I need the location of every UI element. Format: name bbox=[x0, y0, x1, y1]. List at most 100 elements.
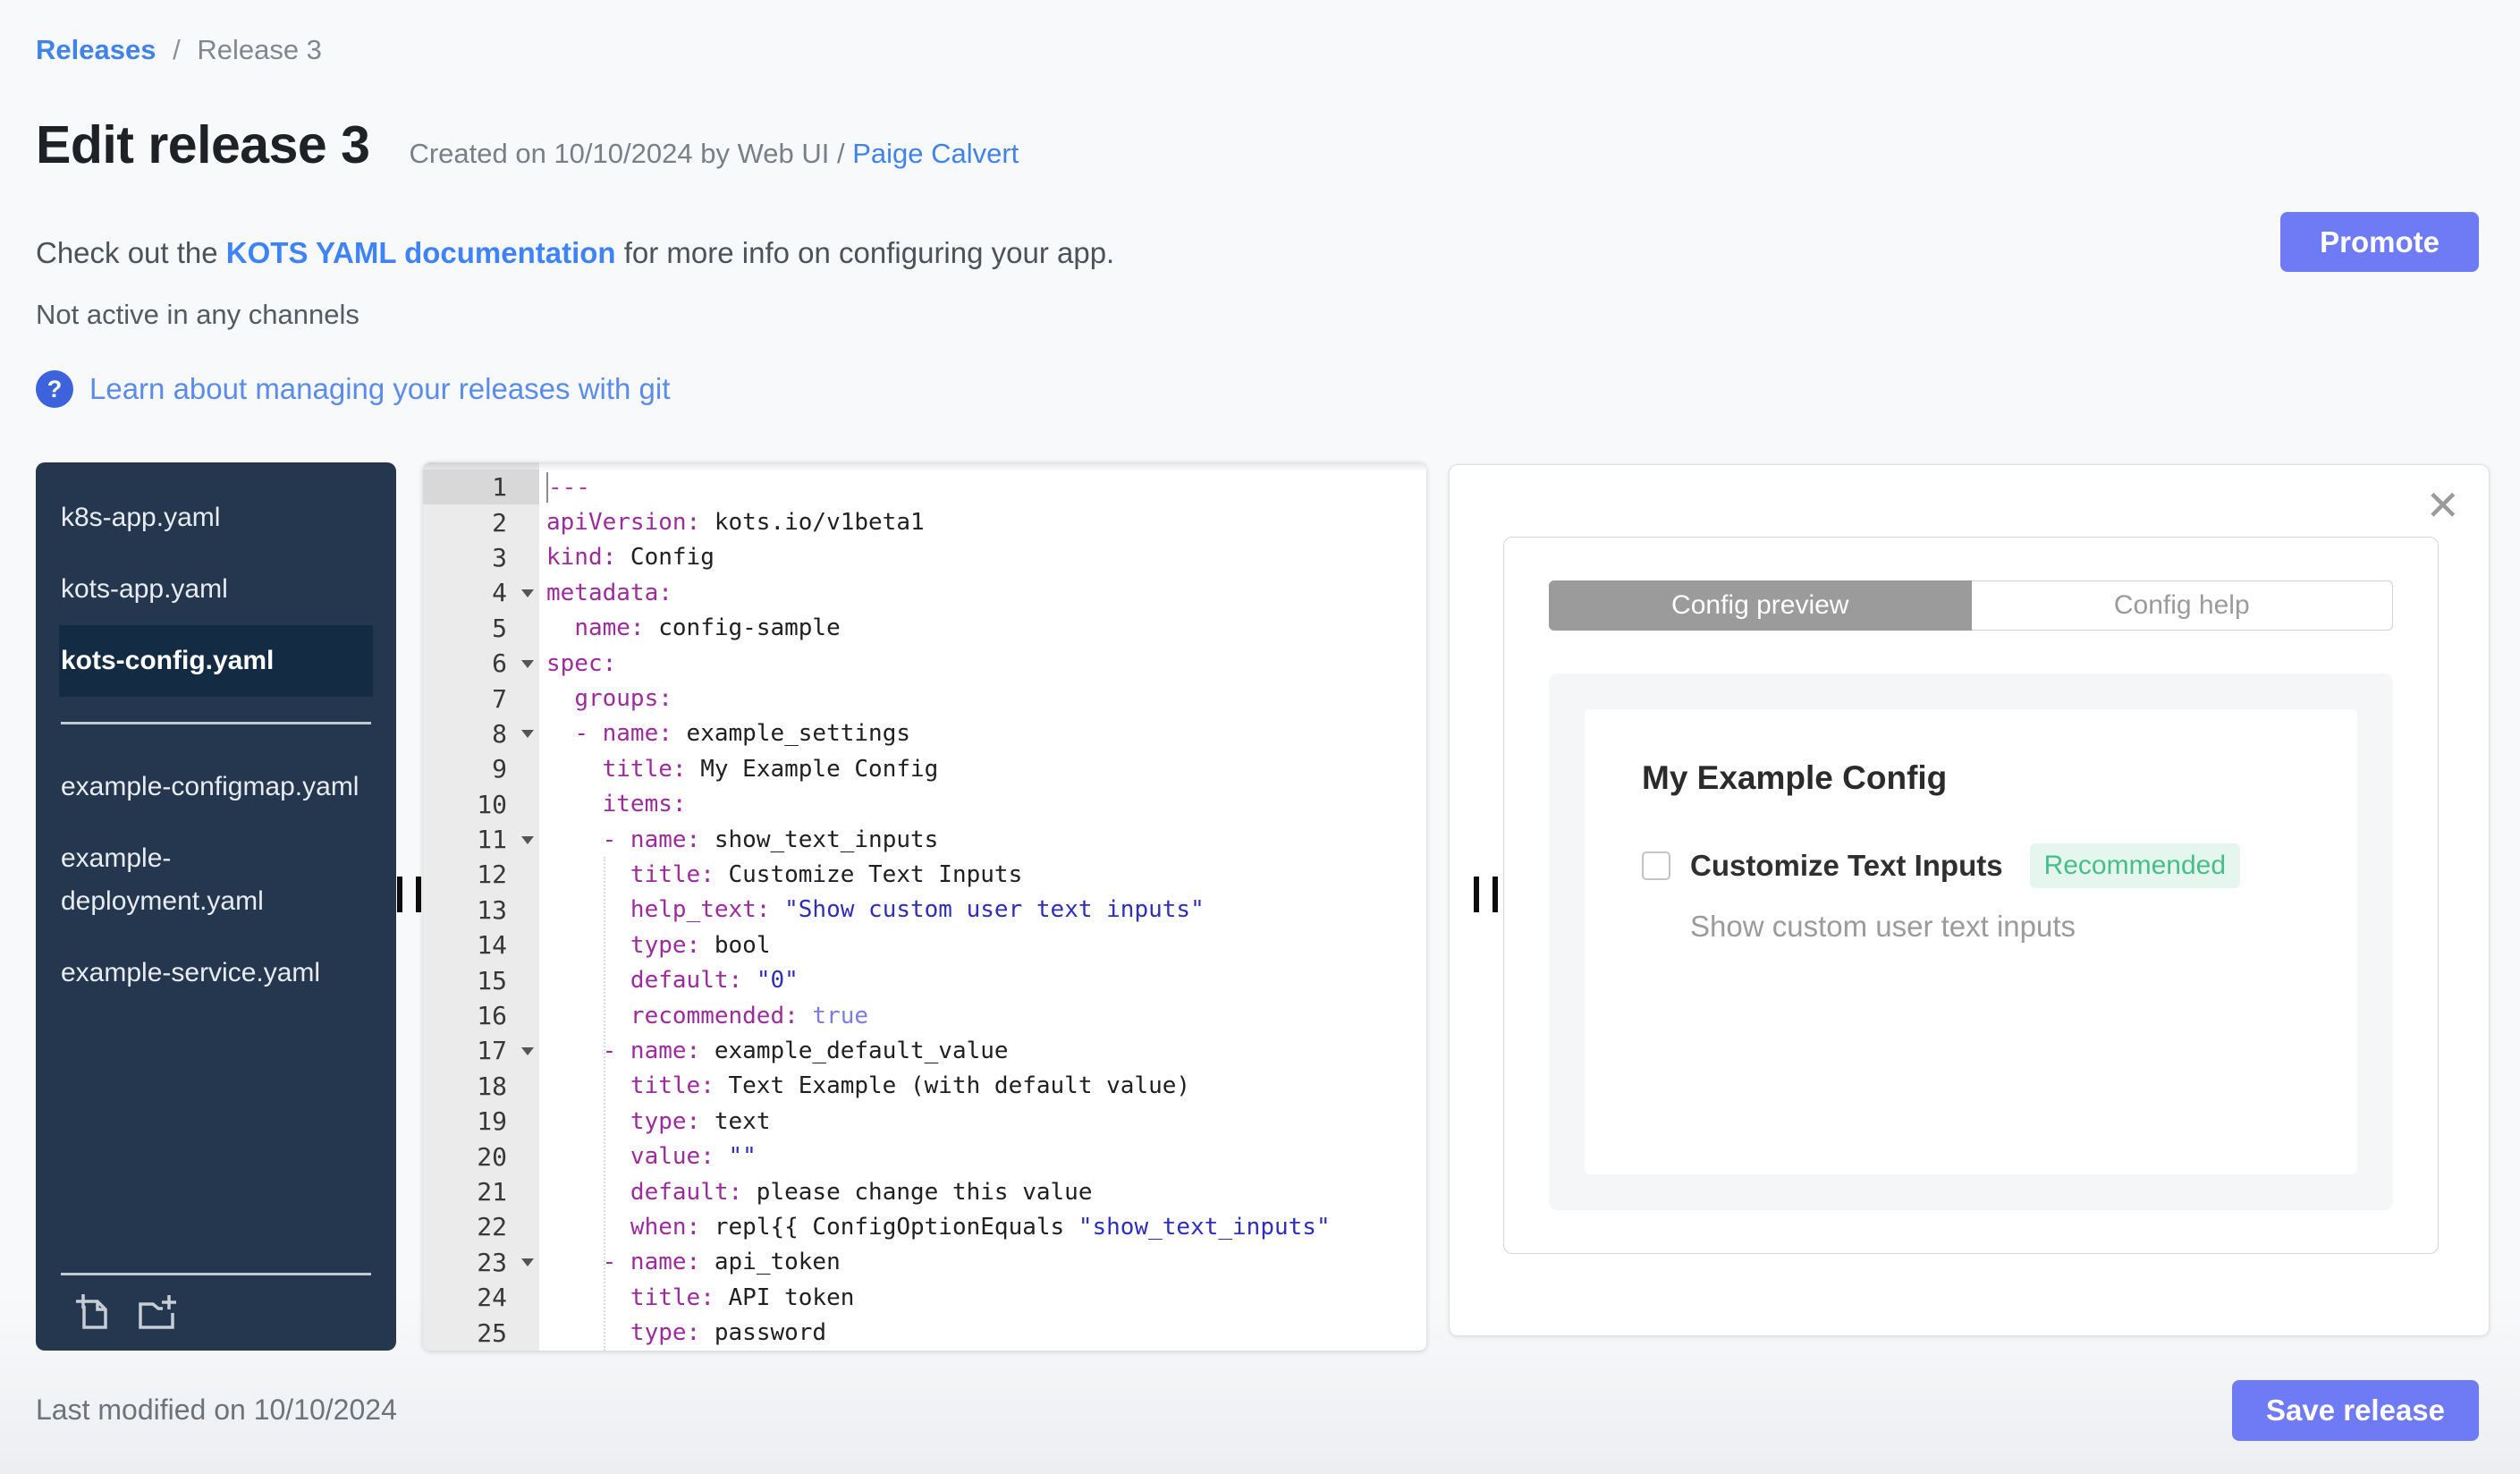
line-number: 13 bbox=[477, 894, 507, 925]
sidebar-file-kots-config.yaml[interactable]: kots-config.yaml bbox=[59, 625, 373, 697]
sidebar-bottom-divider bbox=[61, 1273, 371, 1275]
code-line-16[interactable]: 16 recommended: true bbox=[423, 998, 1426, 1033]
code-line-9[interactable]: 9 title: My Example Config bbox=[423, 751, 1426, 786]
promote-button[interactable]: Promote bbox=[2280, 212, 2479, 272]
code-line-20[interactable]: 20 value: "" bbox=[423, 1139, 1426, 1173]
code-line-14[interactable]: 14 type: bool bbox=[423, 928, 1426, 962]
config-item-label: Customize Text Inputs bbox=[1690, 849, 2003, 882]
sidebar-file-example-service.yaml[interactable]: example-service.yaml bbox=[36, 937, 396, 1009]
code-line-24[interactable]: 24 title: API token bbox=[423, 1280, 1426, 1315]
sidebar-file-k8s-app.yaml[interactable]: k8s-app.yaml bbox=[36, 482, 396, 554]
code-text: default: please change this value bbox=[630, 1178, 1093, 1206]
config-preview-panel: ✕ Config preview Config help My Example C… bbox=[1449, 464, 2490, 1336]
code-text: title: Text Example (with default value) bbox=[630, 1072, 1191, 1100]
code-text: title: Customize Text Inputs bbox=[630, 860, 1023, 888]
save-release-button[interactable]: Save release bbox=[2231, 1380, 2479, 1441]
new-file-icon[interactable] bbox=[72, 1290, 114, 1333]
code-text: apiVersion: kots.io/v1beta1 bbox=[546, 509, 925, 537]
line-number: 7 bbox=[492, 683, 507, 714]
code-text: when: repl{{ ConfigOptionEquals "show_te… bbox=[630, 1213, 1331, 1241]
new-folder-icon[interactable] bbox=[132, 1290, 181, 1333]
author-link[interactable]: Paige Calvert bbox=[852, 138, 1019, 169]
docs-line: Check out the KOTS YAML documentation fo… bbox=[36, 236, 1114, 270]
line-number: 21 bbox=[477, 1177, 507, 1207]
line-number: 10 bbox=[477, 789, 507, 819]
code-line-6[interactable]: 6 spec: bbox=[423, 646, 1426, 681]
code-line-4[interactable]: 4 metadata: bbox=[423, 575, 1426, 610]
close-icon[interactable]: ✕ bbox=[2425, 485, 2460, 526]
code-text: default: "0" bbox=[630, 967, 799, 995]
code-line-15[interactable]: 15 default: "0" bbox=[423, 962, 1426, 997]
code-line-17[interactable]: 17 - name: example_default_value bbox=[423, 1033, 1426, 1068]
code-text: value: "" bbox=[630, 1143, 757, 1171]
tab-config-help[interactable]: Config help bbox=[1971, 580, 2393, 631]
breadcrumb: Releases / Release 3 bbox=[36, 34, 322, 66]
sidebar-file-kots-app.yaml[interactable]: kots-app.yaml bbox=[36, 554, 396, 625]
customize-text-inputs-checkbox[interactable] bbox=[1642, 851, 1670, 880]
git-help-row[interactable]: ? Learn about managing your releases wit… bbox=[36, 370, 670, 408]
sidebar-file-example-deployment.yaml[interactable]: example-deployment.yaml bbox=[36, 823, 396, 937]
tab-config-preview[interactable]: Config preview bbox=[1549, 580, 1972, 631]
fold-arrow-icon[interactable] bbox=[521, 659, 534, 668]
line-number: 8 bbox=[423, 716, 539, 751]
line-number: 6 bbox=[423, 646, 539, 681]
channel-status-text: Not active in any channels bbox=[36, 299, 359, 330]
code-text: title: API token bbox=[630, 1283, 855, 1311]
line-number: 11 bbox=[423, 822, 539, 857]
git-releases-link[interactable]: Learn about managing your releases with … bbox=[89, 372, 670, 406]
preview-resize-handle[interactable] bbox=[1474, 877, 1498, 912]
code-line-10[interactable]: 10 items: bbox=[423, 787, 1426, 822]
breadcrumb-separator: / bbox=[173, 34, 181, 65]
code-text: - name: api_token bbox=[602, 1249, 841, 1276]
code-text: - name: example_settings bbox=[574, 720, 910, 748]
breadcrumb-current: Release 3 bbox=[197, 34, 322, 65]
created-info: Created on 10/10/2024 by Web UI / Paige … bbox=[409, 138, 1019, 170]
line-number: 22 bbox=[477, 1212, 507, 1242]
config-group-title: My Example Config bbox=[1642, 759, 1948, 796]
sidebar-divider bbox=[61, 722, 371, 724]
line-number: 25 bbox=[477, 1317, 507, 1348]
code-line-25[interactable]: 25 type: password bbox=[423, 1315, 1426, 1350]
sidebar-bottom bbox=[36, 1273, 396, 1351]
code-line-3[interactable]: 3 kind: Config bbox=[423, 540, 1426, 575]
last-modified-text: Last modified on 10/10/2024 bbox=[36, 1394, 397, 1426]
code-line-11[interactable]: 11 - name: show_text_inputs bbox=[423, 822, 1426, 857]
code-text: items: bbox=[602, 791, 687, 818]
config-item-row: Customize Text Inputs Recommended bbox=[1642, 843, 2300, 888]
code-line-18[interactable]: 18 title: Text Example (with default val… bbox=[423, 1069, 1426, 1104]
title-row: Edit release 3 Created on 10/10/2024 by … bbox=[36, 114, 1019, 175]
config-tab-bar: Config preview Config help bbox=[1549, 580, 2393, 631]
code-line-1[interactable]: 1 --- bbox=[423, 470, 1426, 505]
kots-yaml-docs-link[interactable]: KOTS YAML documentation bbox=[226, 236, 616, 269]
code-text: - name: example_default_value bbox=[602, 1037, 1009, 1064]
code-text: metadata: bbox=[546, 579, 672, 606]
code-text: kind: Config bbox=[546, 544, 715, 572]
code-text: --- bbox=[546, 471, 590, 503]
code-line-5[interactable]: 5 name: config-sample bbox=[423, 611, 1426, 646]
question-mark-icon: ? bbox=[36, 370, 73, 408]
line-number: 24 bbox=[477, 1283, 507, 1313]
fold-arrow-icon[interactable] bbox=[521, 835, 534, 844]
code-line-7[interactable]: 7 groups: bbox=[423, 681, 1426, 716]
code-line-12[interactable]: 12 title: Customize Text Inputs bbox=[423, 857, 1426, 892]
line-number: 9 bbox=[492, 754, 507, 784]
code-text: title: My Example Config bbox=[602, 755, 939, 783]
fold-arrow-icon[interactable] bbox=[521, 730, 534, 739]
code-line-2[interactable]: 2 apiVersion: kots.io/v1beta1 bbox=[423, 504, 1426, 539]
fold-arrow-icon[interactable] bbox=[521, 1258, 534, 1267]
fold-arrow-icon[interactable] bbox=[521, 589, 534, 597]
sidebar-resize-handle[interactable] bbox=[397, 877, 421, 912]
code-text: type: text bbox=[630, 1107, 771, 1135]
code-line-22[interactable]: 22 when: repl{{ ConfigOptionEquals "show… bbox=[423, 1209, 1426, 1244]
code-line-13[interactable]: 13 help_text: "Show custom user text inp… bbox=[423, 893, 1426, 928]
breadcrumb-releases-link[interactable]: Releases bbox=[36, 34, 156, 65]
yaml-editor[interactable]: 1 --- 2 apiVersion: kots.io/v1beta1 3 kind: C… bbox=[423, 462, 1426, 1351]
code-line-19[interactable]: 19 type: text bbox=[423, 1104, 1426, 1139]
line-number: 23 bbox=[423, 1245, 539, 1280]
line-number: 4 bbox=[423, 575, 539, 610]
code-line-8[interactable]: 8 - name: example_settings bbox=[423, 716, 1426, 751]
code-line-21[interactable]: 21 default: please change this value bbox=[423, 1174, 1426, 1209]
fold-arrow-icon[interactable] bbox=[521, 1046, 534, 1055]
code-line-23[interactable]: 23 - name: api_token bbox=[423, 1245, 1426, 1280]
sidebar-file-example-configmap.yaml[interactable]: example-configmap.yaml bbox=[36, 751, 396, 823]
